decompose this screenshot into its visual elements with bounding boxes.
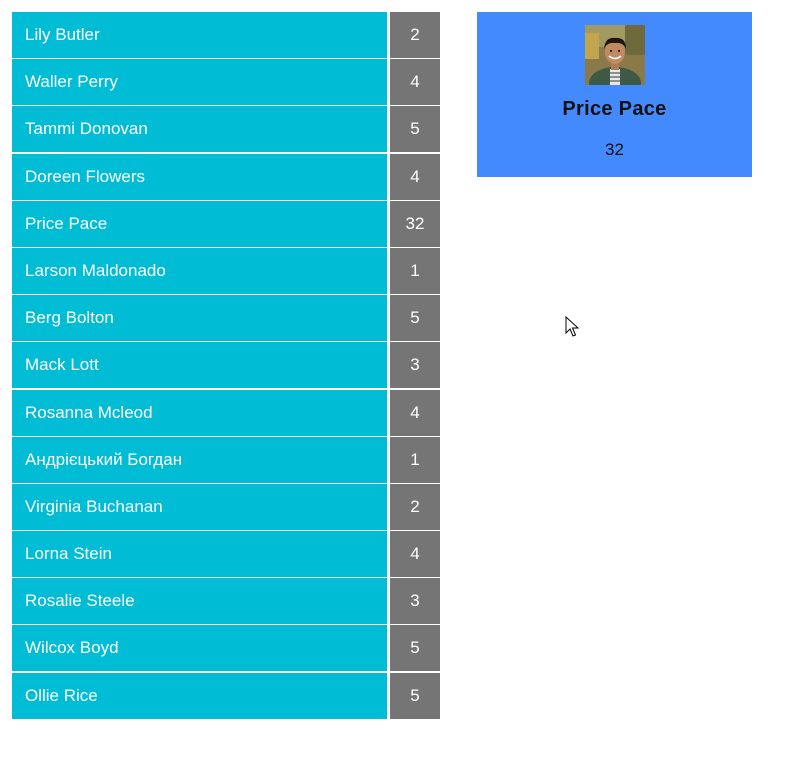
list-item[interactable]: Rosanna Mcleod 4 <box>12 389 440 436</box>
person-name: Tammi Donovan <box>12 106 387 153</box>
person-count: 5 <box>390 106 440 153</box>
person-count: 1 <box>390 436 440 483</box>
person-count: 3 <box>390 342 440 389</box>
person-count: 2 <box>390 12 440 58</box>
selected-person-card: Price Pace 32 <box>477 12 752 177</box>
list-item[interactable]: Virginia Buchanan 2 <box>12 483 440 530</box>
person-count: 5 <box>390 672 440 719</box>
person-count: 4 <box>390 59 440 106</box>
mouse-pointer-icon <box>565 316 579 337</box>
person-count: 2 <box>390 483 440 530</box>
list-item[interactable]: Lily Butler 2 <box>12 12 440 58</box>
person-name: Larson Maldonado <box>12 247 387 294</box>
person-name: Lily Butler <box>12 12 387 58</box>
list-item[interactable]: Price Pace 32 <box>12 200 440 247</box>
person-name: Rosanna Mcleod <box>12 389 387 436</box>
list-item[interactable]: Larson Maldonado 1 <box>12 247 440 294</box>
person-name: Rosalie Steele <box>12 578 387 625</box>
person-count: 1 <box>390 247 440 294</box>
person-count: 4 <box>390 531 440 578</box>
person-name: Berg Bolton <box>12 295 387 342</box>
avatar <box>585 25 645 85</box>
selected-person-count: 32 <box>605 140 624 159</box>
user-photo-icon <box>585 25 645 85</box>
person-name: Mack Lott <box>12 342 387 389</box>
person-name: Андрієцький Богдан <box>12 436 387 483</box>
person-name: Wilcox Boyd <box>12 625 387 672</box>
person-name: Ollie Rice <box>12 672 387 719</box>
page: Lily Butler 2 Waller Perry 4 Tammi Donov… <box>0 0 811 763</box>
person-name: Price Pace <box>12 200 387 247</box>
list-item[interactable]: Ollie Rice 5 <box>12 672 440 719</box>
list-item[interactable]: Андрієцький Богдан 1 <box>12 436 440 483</box>
person-count: 3 <box>390 578 440 625</box>
selected-person-name: Price Pace <box>562 98 667 120</box>
list-item[interactable]: Berg Bolton 5 <box>12 295 440 342</box>
person-count: 32 <box>390 200 440 247</box>
list-item[interactable]: Tammi Donovan 5 <box>12 106 440 153</box>
people-list: Lily Butler 2 Waller Perry 4 Tammi Donov… <box>12 12 440 720</box>
person-name: Virginia Buchanan <box>12 483 387 530</box>
person-name: Lorna Stein <box>12 531 387 578</box>
list-item[interactable]: Doreen Flowers 4 <box>12 153 440 200</box>
person-name: Waller Perry <box>12 59 387 106</box>
list-item[interactable]: Mack Lott 3 <box>12 342 440 389</box>
person-count: 5 <box>390 295 440 342</box>
person-count: 5 <box>390 625 440 672</box>
person-count: 4 <box>390 153 440 200</box>
list-item[interactable]: Wilcox Boyd 5 <box>12 625 440 672</box>
list-item[interactable]: Lorna Stein 4 <box>12 531 440 578</box>
list-item[interactable]: Waller Perry 4 <box>12 59 440 106</box>
person-name: Doreen Flowers <box>12 153 387 200</box>
list-item[interactable]: Rosalie Steele 3 <box>12 578 440 625</box>
person-count: 4 <box>390 389 440 436</box>
